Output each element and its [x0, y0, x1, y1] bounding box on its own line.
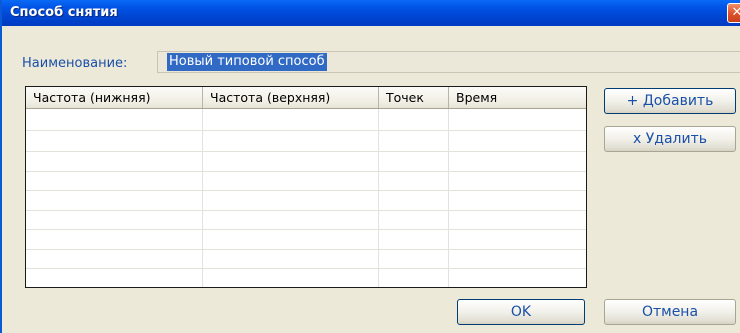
dialog-window: Способ снятия ✕ Наименование: Новый типо…	[0, 0, 740, 333]
row-divider	[26, 151, 586, 152]
column-divider	[378, 109, 379, 287]
row-divider	[26, 268, 586, 269]
table-header: Частота (нижняя) Частота (верхняя) Точек…	[26, 87, 586, 109]
row-divider	[26, 249, 586, 250]
column-header-points[interactable]: Точек	[379, 87, 449, 108]
close-icon[interactable]: ✕	[727, 3, 740, 23]
column-header-freq-high[interactable]: Частота (верхняя)	[203, 87, 379, 108]
name-input[interactable]: Новый типовой способ	[157, 51, 740, 73]
row-divider	[26, 190, 586, 191]
column-header-freq-low[interactable]: Частота (нижняя)	[26, 87, 203, 108]
column-header-time[interactable]: Время	[449, 87, 586, 108]
ok-button[interactable]: OK	[457, 299, 585, 325]
title-bar[interactable]: Способ снятия ✕	[2, 0, 740, 26]
frequency-table[interactable]: Частота (нижняя) Частота (верхняя) Точек…	[25, 86, 587, 288]
row-divider	[26, 210, 586, 211]
window-title: Способ снятия	[10, 5, 118, 20]
name-input-value: Новый типовой способ	[167, 53, 327, 71]
name-label: Наименование:	[22, 56, 128, 71]
column-divider	[448, 109, 449, 287]
row-divider	[26, 229, 586, 230]
row-divider	[26, 130, 586, 131]
cancel-button[interactable]: Отмена	[604, 299, 736, 325]
delete-button[interactable]: х Удалить	[604, 126, 736, 152]
column-divider	[202, 109, 203, 287]
row-divider	[26, 171, 586, 172]
add-button[interactable]: + Добавить	[604, 88, 736, 114]
